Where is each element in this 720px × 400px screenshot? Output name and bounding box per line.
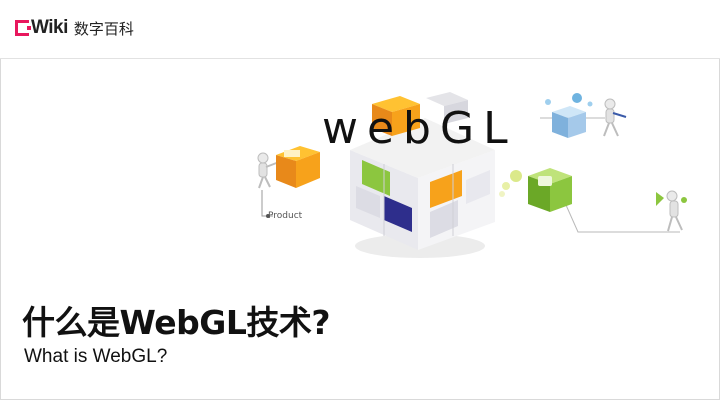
header-divider — [0, 58, 720, 59]
webgl-graphic-text: webGL — [322, 103, 517, 154]
connector-line-bottom — [565, 204, 680, 233]
logo-text: Wiki — [31, 17, 68, 38]
page-subtitle: What is WebGL? — [24, 346, 168, 367]
orange-box-icon — [276, 146, 320, 188]
megaphone-figure-icon — [656, 190, 687, 232]
logo-cn-text: 数字百科 — [73, 19, 134, 38]
blue-bubble-icon — [545, 93, 593, 138]
green-box-icon — [499, 168, 572, 212]
header: Wiki 数字百科 — [0, 0, 720, 58]
figure-icon — [603, 98, 627, 137]
logo[interactable]: Wiki 数字百科 — [15, 14, 134, 42]
product-label: Product — [268, 211, 303, 221]
page-title: 什么是WebGL技术? — [22, 303, 330, 342]
figure-icon — [257, 152, 280, 189]
logo-mark-icon — [15, 20, 31, 36]
